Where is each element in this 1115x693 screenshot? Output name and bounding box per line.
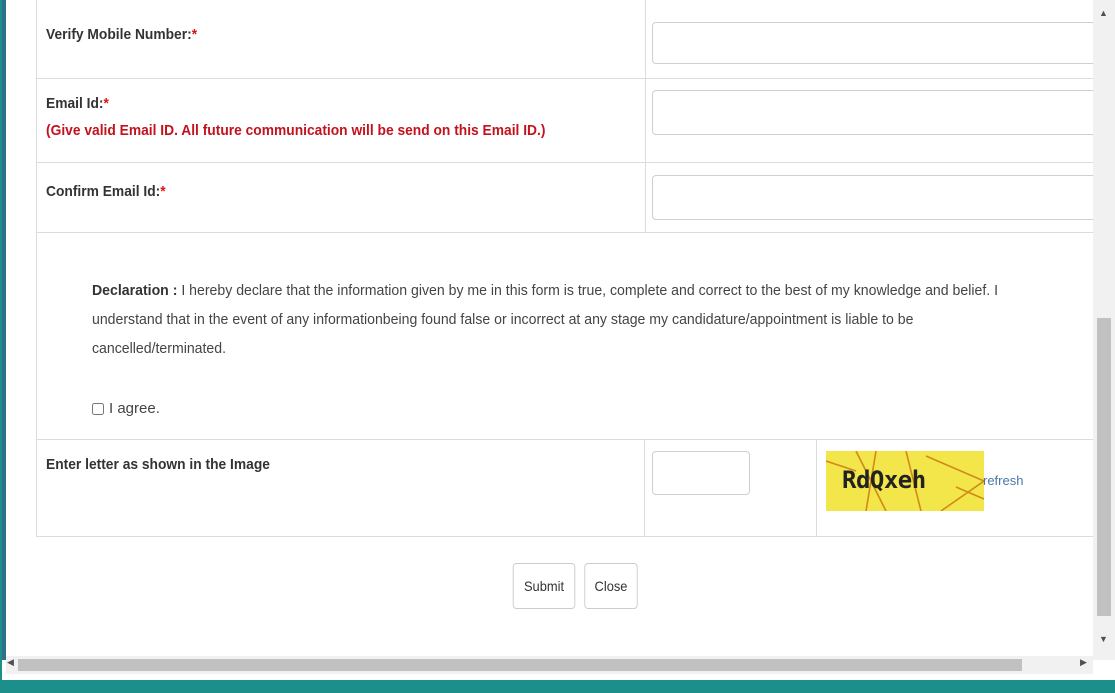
declaration-text: Declaration : I hereby declare that the … [92, 276, 1041, 363]
captcha-input[interactable] [652, 451, 750, 495]
verify-mobile-label-cell: Verify Mobile Number:* [36, 0, 646, 78]
verify-mobile-row: Verify Mobile Number:* [36, 0, 1115, 79]
agree-checkbox-label[interactable]: I agree. [92, 400, 160, 417]
email-input[interactable] [652, 90, 1115, 135]
vertical-scroll-thumb[interactable] [1097, 318, 1111, 616]
email-hint: (Give valid Email ID. All future communi… [46, 122, 546, 139]
required-mark: * [103, 95, 109, 112]
captcha-code: RdQxeh [842, 466, 926, 494]
email-row: Email Id:* (Give valid Email ID. All fut… [36, 78, 1115, 163]
scroll-left-arrow-icon[interactable]: ◀ [7, 657, 14, 668]
confirm-email-label: Confirm Email Id:* [46, 183, 166, 200]
horizontal-scroll-thumb[interactable] [18, 659, 1022, 671]
scroll-down-arrow-icon[interactable]: ▼ [1099, 634, 1108, 644]
agree-label: I agree. [109, 400, 160, 417]
captcha-label-cell: Enter letter as shown in the Image [37, 439, 645, 536]
scroll-right-arrow-icon[interactable]: ▶ [1080, 657, 1087, 668]
verify-mobile-input-cell [644, 0, 1115, 78]
confirm-email-row: Confirm Email Id:* [36, 162, 1115, 233]
declaration-body: I hereby declare that the information gi… [92, 282, 998, 357]
captcha-refresh-link[interactable]: refresh [983, 473, 1023, 488]
confirm-email-label-cell: Confirm Email Id:* [36, 162, 646, 232]
declaration-row: Declaration : I hereby declare that the … [36, 232, 1097, 440]
vertical-scrollbar[interactable]: ▲ ▼ [1093, 0, 1115, 660]
left-border [2, 0, 6, 660]
captcha-image: RdQxeh [826, 451, 984, 511]
verify-mobile-input[interactable] [652, 22, 1115, 64]
required-mark: * [160, 183, 166, 200]
confirm-email-input[interactable] [652, 175, 1115, 220]
required-mark: * [191, 26, 198, 43]
email-label: Email Id:* [46, 95, 109, 112]
verify-mobile-label: Verify Mobile Number:* [46, 26, 198, 43]
close-button[interactable]: Close [584, 563, 638, 609]
confirm-email-input-cell [644, 162, 1115, 232]
agree-checkbox[interactable] [92, 402, 104, 415]
captcha-input-cell [644, 439, 817, 536]
horizontal-scrollbar[interactable]: ◀ ▶ [6, 656, 1093, 674]
email-label-cell: Email Id:* (Give valid Email ID. All fut… [36, 78, 646, 162]
email-input-cell [644, 78, 1115, 162]
page-viewport: Verify Mobile Number:* Email Id:* (Give … [2, 0, 1115, 680]
declaration-heading: Declaration : [92, 282, 178, 299]
captcha-label: Enter letter as shown in the Image [46, 456, 270, 473]
captcha-row: Enter letter as shown in the Image RdQxe… [36, 439, 1097, 537]
scroll-up-arrow-icon[interactable]: ▲ [1099, 8, 1108, 18]
submit-button[interactable]: Submit [512, 563, 576, 609]
